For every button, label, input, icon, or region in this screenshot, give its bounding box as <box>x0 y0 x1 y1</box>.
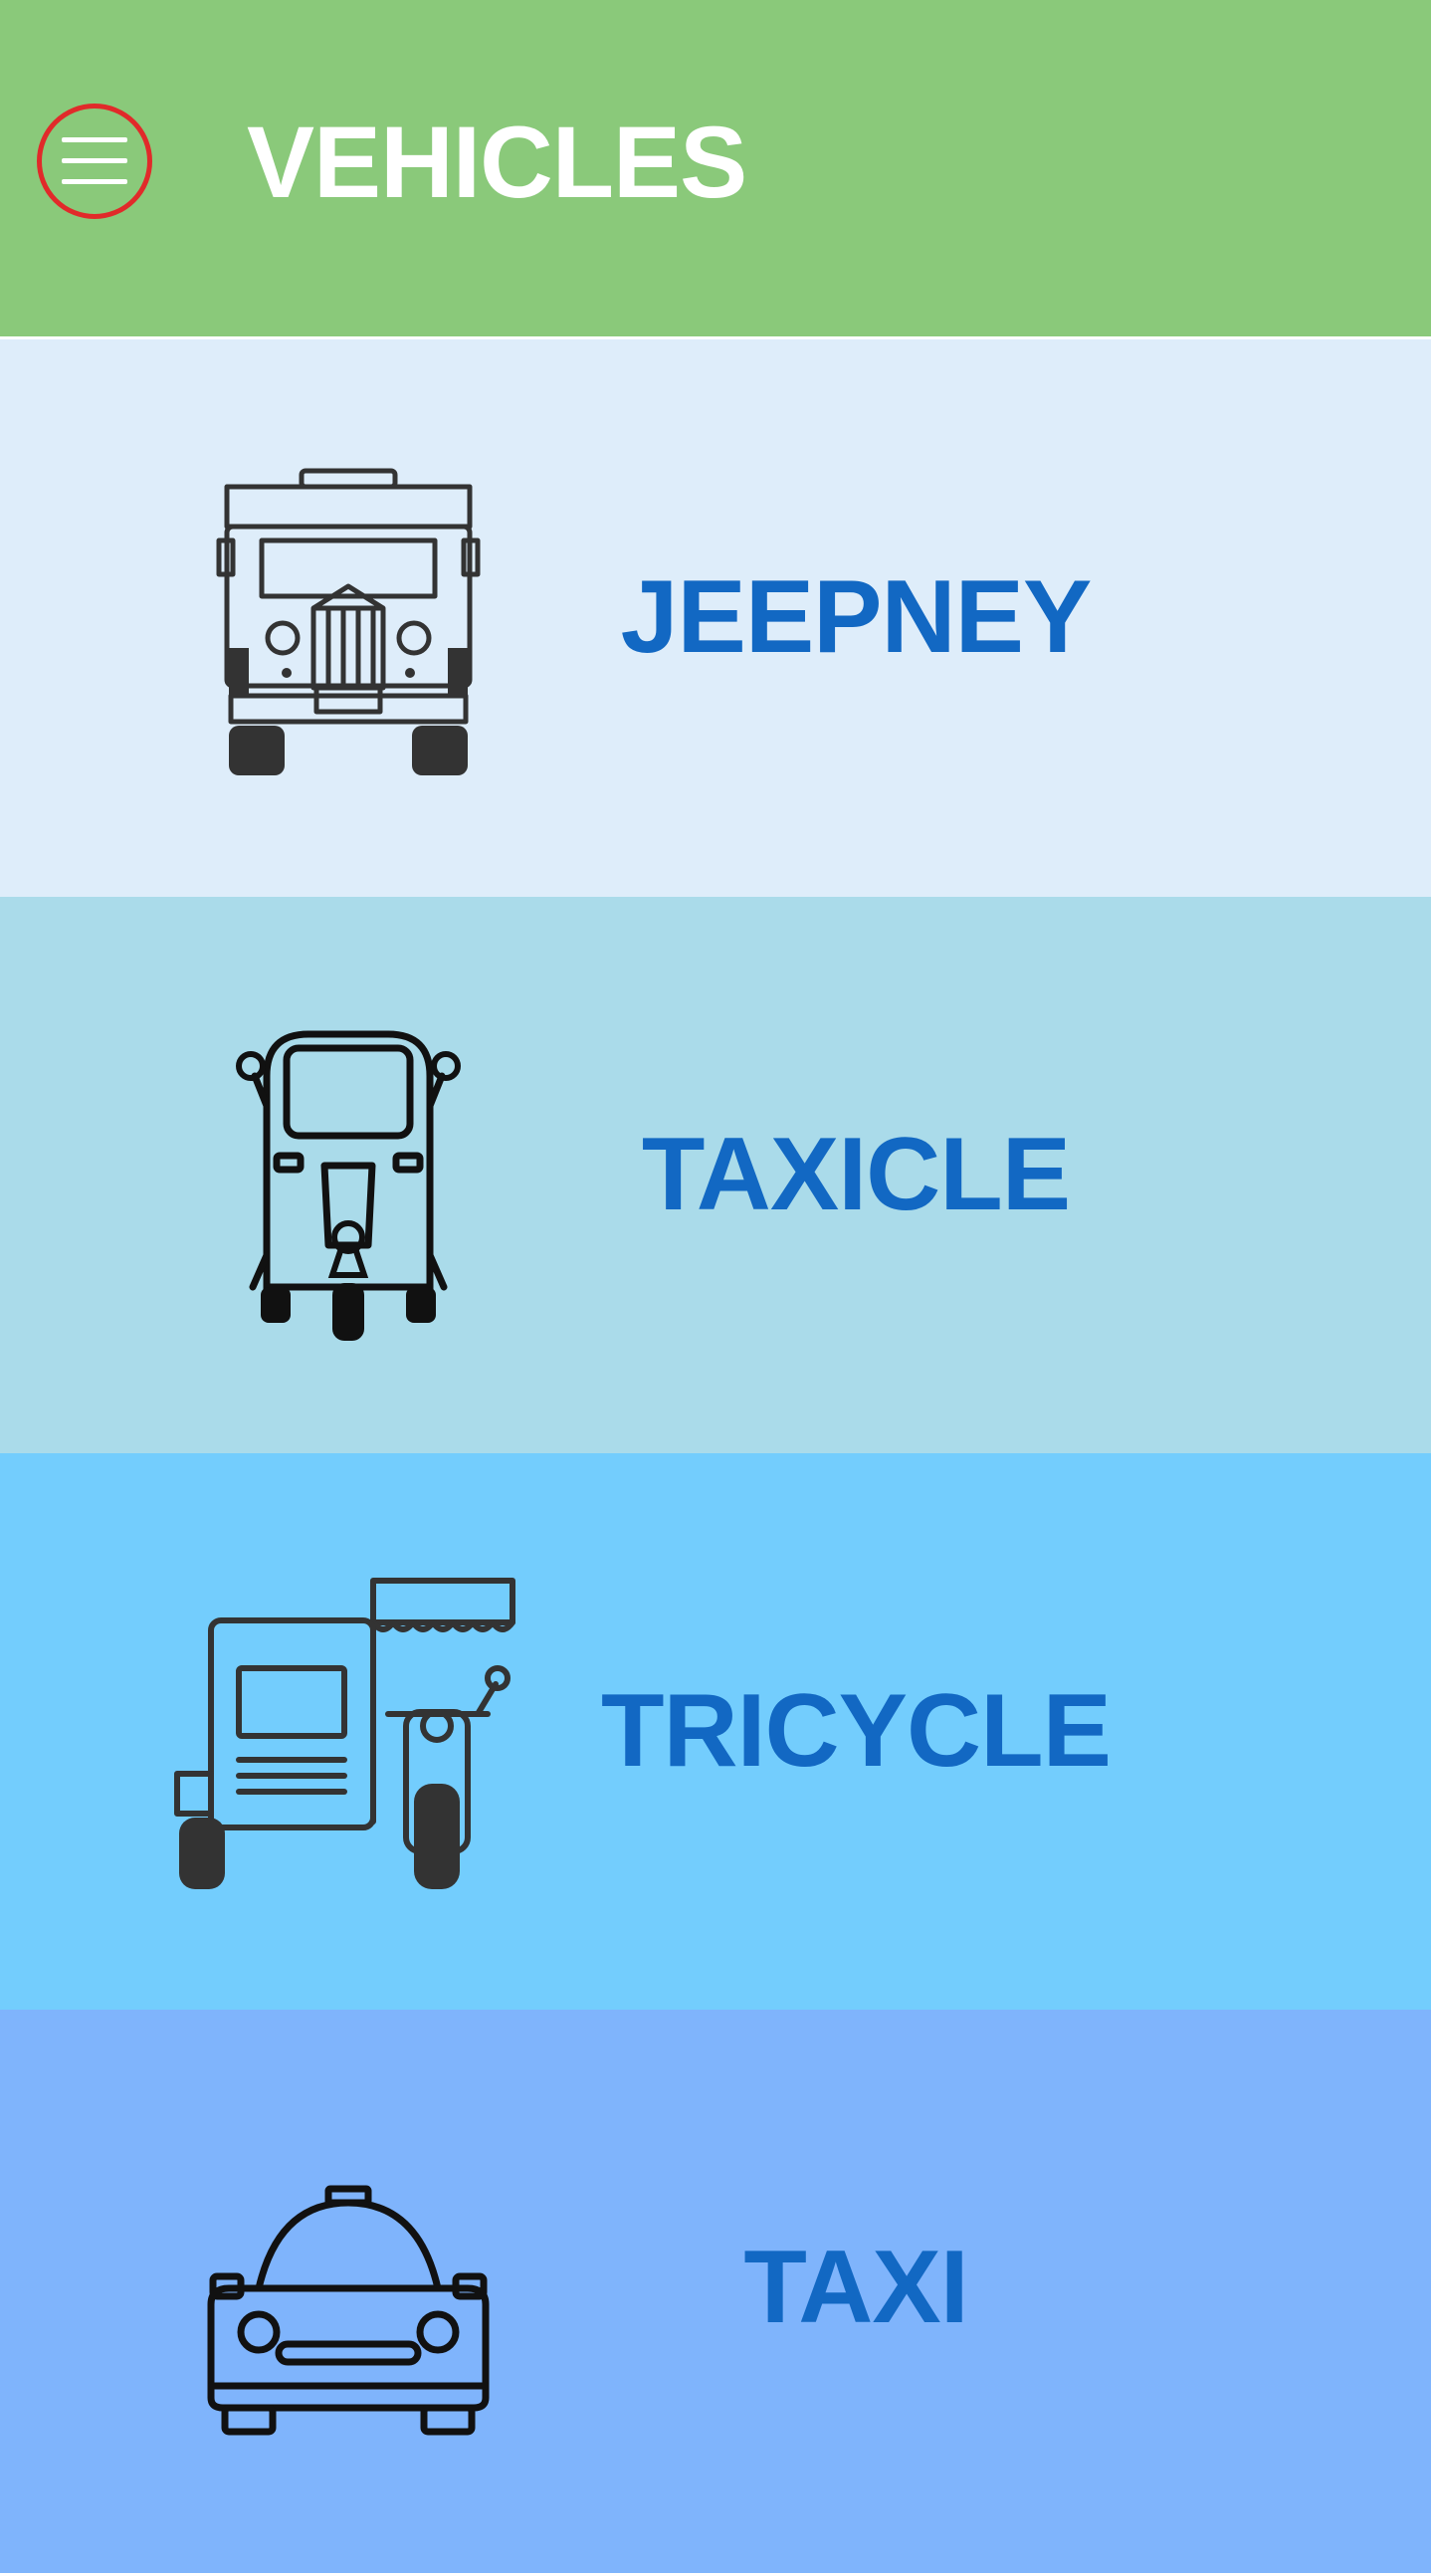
vehicle-label-tricycle: TRICYCLE <box>601 1673 1112 1789</box>
vehicle-row-jeepney[interactable]: JEEPNEY <box>0 339 1431 897</box>
vehicle-row-tricycle[interactable]: TRICYCLE <box>0 1453 1431 2010</box>
taxi-icon <box>149 2119 547 2458</box>
vehicle-row-taxi[interactable]: TAXI <box>0 2010 1431 2573</box>
vehicle-row-taxicle[interactable]: TAXICLE <box>0 897 1431 1453</box>
vehicle-label-taxicle: TAXICLE <box>641 1117 1071 1232</box>
hamburger-menu-icon <box>62 137 127 184</box>
tricycle-icon <box>149 1563 547 1901</box>
vehicle-label-jeepney: JEEPNEY <box>620 559 1093 675</box>
page-title: VEHICLES <box>247 106 747 219</box>
app-header: VEHICLES <box>0 0 1431 336</box>
taxicle-icon <box>149 1006 547 1345</box>
menu-button[interactable] <box>37 104 152 219</box>
jeepney-icon <box>149 449 547 787</box>
vehicle-label-taxi: TAXI <box>743 2230 968 2345</box>
